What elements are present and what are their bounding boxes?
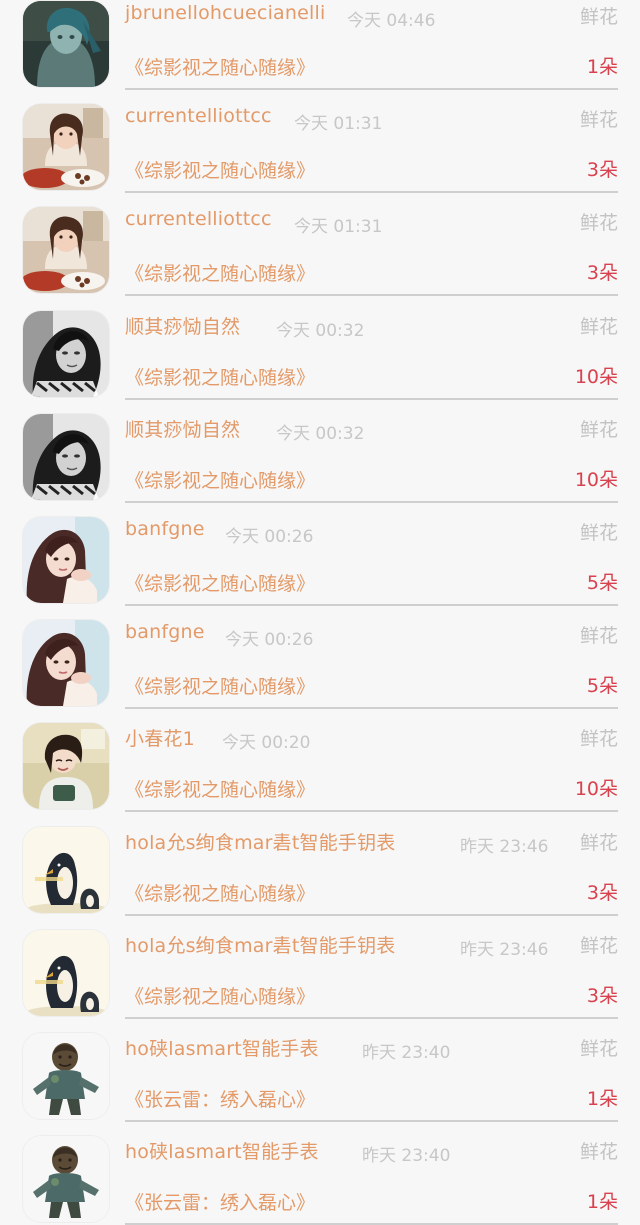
book-title-link[interactable]: 《综影视之随心随缘》: [125, 363, 315, 390]
avatar[interactable]: [23, 723, 109, 810]
book-title-link[interactable]: 《综影视之随心随缘》: [125, 982, 315, 1009]
flower-count: 3朵: [586, 262, 618, 285]
avatar[interactable]: [23, 310, 109, 397]
timestamp: 今天 01:31: [294, 217, 383, 238]
list-item[interactable]: 顺其痧恸自然 今天 00:32 鲜花 《综影视之随心随缘》 10朵: [0, 288, 640, 400]
avatar[interactable]: [23, 207, 109, 294]
gift-type-label: 鲜花: [579, 6, 618, 28]
list-item[interactable]: currentelliottcc 今天 01:31 鲜花 《综影视之随心随缘》 …: [0, 184, 640, 297]
avatar[interactable]: [23, 1032, 109, 1119]
list-item[interactable]: ho硖lasmart智能手表 昨天 23:40 鲜花 《张云雷：绣入磊心》 1朵: [0, 1113, 640, 1225]
username[interactable]: 顺其痧恸自然: [125, 312, 240, 339]
flower-count: 1朵: [586, 1087, 618, 1110]
list-item[interactable]: banfgne 今天 00:26 鲜花 《综影视之随心随缘》 5朵: [0, 494, 640, 606]
book-title-link[interactable]: 《综影视之随心随缘》: [125, 53, 315, 80]
book-title-link[interactable]: 《张云雷：绣入磊心》: [125, 1188, 315, 1215]
gift-type-label: 鲜花: [579, 418, 618, 441]
flower-count: 5朵: [586, 675, 618, 698]
list-item[interactable]: hola允s绚食mar砉t智能手钥表 昨天 23:46 鲜花 《综影视之随心随缘…: [0, 804, 640, 916]
avatar[interactable]: [23, 826, 109, 913]
username[interactable]: currentelliottcc: [125, 105, 272, 127]
book-title-link[interactable]: 《综影视之随心随缘》: [125, 466, 315, 493]
username[interactable]: hola允s绚食mar砉t智能手钥表: [125, 828, 396, 855]
flower-count: 3朵: [586, 984, 618, 1007]
avatar[interactable]: [23, 1, 109, 87]
username[interactable]: jbrunellohcuecianelli: [125, 2, 325, 24]
list-item[interactable]: hola允s绚食mar砉t智能手钥表 昨天 23:46 鲜花 《综影视之随心随缘…: [0, 907, 640, 1019]
list-item[interactable]: currentelliottcc 今天 01:31 鲜花 《综影视之随心随缘》 …: [0, 81, 640, 194]
username[interactable]: ho硖lasmart智能手表: [125, 1137, 319, 1164]
avatar[interactable]: [23, 1136, 109, 1223]
flower-count: 3朵: [586, 159, 618, 182]
book-title-link[interactable]: 《综影视之随心随缘》: [125, 879, 315, 906]
list-item[interactable]: banfgne 今天 00:26 鲜花 《综影视之随心随缘》 5朵: [0, 597, 640, 710]
timestamp: 今天 00:26: [225, 630, 314, 651]
book-title-link[interactable]: 《综影视之随心随缘》: [125, 569, 315, 596]
gift-type-label: 鲜花: [579, 521, 618, 544]
avatar[interactable]: [23, 929, 109, 1016]
username[interactable]: ho硖lasmart智能手表: [125, 1034, 319, 1061]
timestamp: 今天 01:31: [294, 114, 383, 135]
gift-record-list: jbrunellohcuecianelli 今天 04:46 鲜花 《综影视之随…: [0, 0, 640, 1225]
list-item[interactable]: jbrunellohcuecianelli 今天 04:46 鲜花 《综影视之随…: [0, 0, 640, 90]
gift-type-label: 鲜花: [579, 212, 618, 235]
username[interactable]: currentelliottcc: [125, 208, 272, 230]
timestamp: 今天 00:32: [276, 320, 365, 341]
gift-type-label: 鲜花: [579, 1037, 618, 1060]
gift-type-label: 鲜花: [579, 315, 618, 338]
timestamp: 昨天 23:46: [460, 939, 549, 960]
avatar[interactable]: [23, 413, 109, 500]
gift-type-label: 鲜花: [579, 728, 618, 751]
book-title-link[interactable]: 《综影视之随心随缘》: [125, 672, 315, 699]
timestamp: 今天 00:20: [222, 733, 311, 754]
flower-count: 10朵: [574, 778, 618, 801]
username[interactable]: banfgne: [125, 518, 205, 540]
username[interactable]: 小春花1: [125, 724, 195, 751]
username[interactable]: hola允s绚食mar砉t智能手钥表: [125, 931, 396, 958]
gift-type-label: 鲜花: [579, 625, 618, 648]
gift-type-label: 鲜花: [579, 934, 618, 957]
list-item[interactable]: ho硖lasmart智能手表 昨天 23:40 鲜花 《张云雷：绣入磊心》 1朵: [0, 1010, 640, 1122]
flower-count: 10朵: [574, 365, 618, 388]
username[interactable]: banfgne: [125, 621, 205, 643]
gift-type-label: 鲜花: [579, 831, 618, 854]
avatar[interactable]: [23, 104, 109, 191]
flower-count: 1朵: [586, 1191, 618, 1214]
timestamp: 昨天 23:40: [362, 1042, 451, 1063]
list-item[interactable]: 顺其痧恸自然 今天 00:32 鲜花 《综影视之随心随缘》 10朵: [0, 391, 640, 503]
avatar[interactable]: [23, 516, 109, 603]
gift-type-label: 鲜花: [579, 1141, 618, 1164]
gift-type-label: 鲜花: [579, 109, 618, 132]
timestamp: 今天 00:32: [276, 423, 365, 444]
timestamp: 昨天 23:46: [460, 836, 549, 857]
timestamp: 今天 00:26: [225, 526, 314, 547]
list-item[interactable]: 小春花1 今天 00:20 鲜花 《综影视之随心随缘》 10朵: [0, 700, 640, 813]
book-title-link[interactable]: 《张云雷：绣入磊心》: [125, 1085, 315, 1112]
flower-count: 10朵: [574, 468, 618, 491]
flower-count: 5朵: [586, 571, 618, 594]
book-title-link[interactable]: 《综影视之随心随缘》: [125, 775, 315, 802]
timestamp: 昨天 23:40: [362, 1146, 451, 1167]
book-title-link[interactable]: 《综影视之随心随缘》: [125, 156, 315, 183]
book-title-link[interactable]: 《综影视之随心随缘》: [125, 259, 315, 286]
flower-count: 3朵: [586, 881, 618, 904]
username[interactable]: 顺其痧恸自然: [125, 415, 240, 442]
flower-count: 1朵: [586, 56, 618, 78]
avatar[interactable]: [23, 620, 109, 707]
timestamp: 今天 04:46: [347, 11, 436, 31]
